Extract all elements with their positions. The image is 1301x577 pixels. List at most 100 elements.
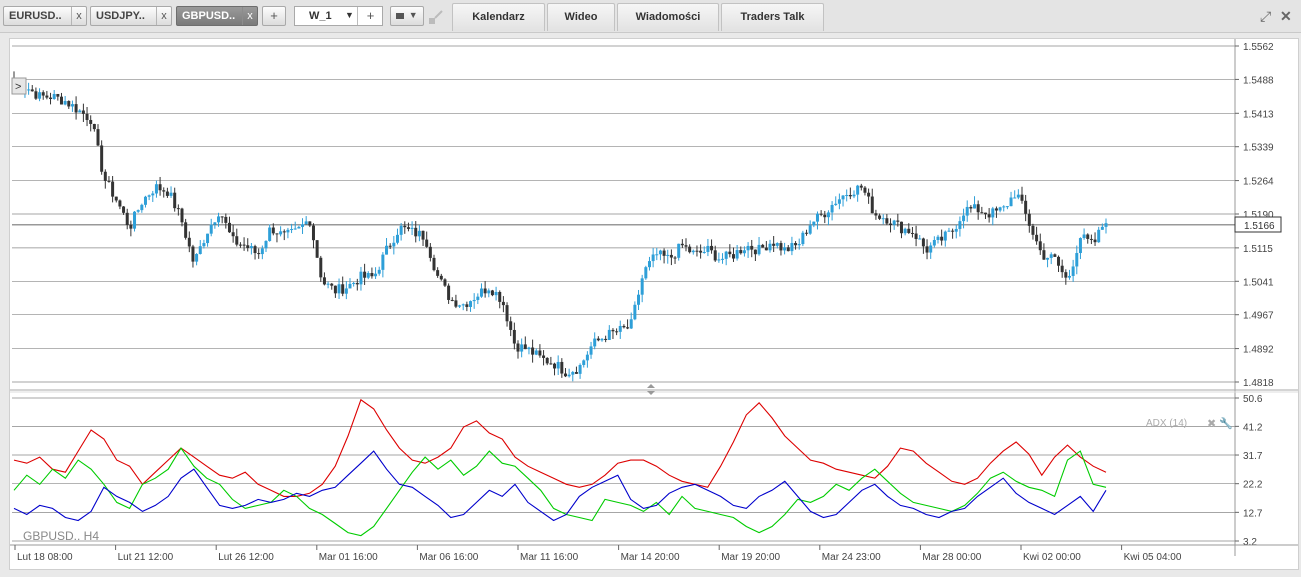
- chart-symbol-label: GBPUSD.. H4: [23, 529, 99, 543]
- candle-body: [867, 192, 871, 197]
- candle-body: [615, 331, 619, 333]
- candle-body: [604, 338, 608, 340]
- indicator-axis: 50.6 41.2 31.7 22.2 12.7 3.2: [1235, 394, 1263, 548]
- candle-body: [523, 344, 527, 350]
- candle-body: [940, 236, 944, 241]
- candle-body: [1057, 256, 1061, 266]
- candle-body: [1016, 194, 1020, 198]
- candle-body: [845, 194, 849, 196]
- candle-body: [662, 250, 666, 256]
- candle-body: [377, 269, 381, 274]
- candle-body: [815, 213, 819, 222]
- candle-body: [275, 233, 279, 235]
- tab-eurusd[interactable]: EURUSD.. x: [3, 6, 87, 26]
- price-tick-label: 1.5115: [1243, 244, 1273, 255]
- tab-eurusd-label: EURUSD..: [9, 10, 62, 22]
- price-tick-label: 1.4967: [1243, 311, 1274, 322]
- candle-body: [1035, 234, 1039, 242]
- close-tab-eurusd-icon[interactable]: x: [71, 7, 86, 25]
- tab-wideo[interactable]: Wideo: [547, 3, 615, 31]
- candle-body: [133, 211, 137, 229]
- draw-tool-icon[interactable]: [428, 10, 444, 26]
- expand-icon[interactable]: ⤢: [1260, 8, 1271, 25]
- chevron-down-icon[interactable]: ▼: [345, 10, 354, 20]
- candle-body: [52, 93, 56, 100]
- candle-body: [370, 273, 374, 277]
- candle-body: [253, 246, 257, 254]
- candle-body: [498, 291, 502, 302]
- candle-body: [863, 187, 867, 193]
- tab-wiadomosci[interactable]: Wiadomości: [617, 3, 719, 31]
- candle-body: [359, 271, 363, 285]
- candle-body: [458, 305, 462, 307]
- candle-body: [512, 329, 516, 344]
- candle-body: [560, 361, 564, 374]
- chart-container[interactable]: 1.5562 1.5488 1.5413 1.5339 1.5264 1.5190 1.51…: [9, 38, 1299, 570]
- price-tick-label: 1.5562: [1243, 42, 1274, 53]
- candle-body: [969, 206, 973, 209]
- indicator-remove-icon[interactable]: ✖: [1207, 418, 1216, 430]
- candle-body: [585, 354, 589, 361]
- close-tab-gbpusd-icon[interactable]: x: [242, 7, 257, 25]
- chevron-down-icon: ▼: [408, 10, 418, 20]
- close-icon[interactable]: ✕: [1280, 8, 1292, 25]
- candle-body: [70, 104, 74, 107]
- timeframe-add-button[interactable]: +: [357, 7, 383, 25]
- candle-body: [545, 357, 549, 364]
- timeframe-select[interactable]: W_1 ▼ +: [294, 6, 383, 26]
- tab-gbpusd[interactable]: GBPUSD.. x: [176, 6, 258, 26]
- candle-body: [1009, 197, 1013, 207]
- candle-body: [374, 273, 378, 277]
- candle-body: [151, 193, 155, 196]
- tab-kalendarz[interactable]: Kalendarz: [452, 3, 545, 31]
- candle-body: [794, 243, 798, 246]
- candle-body: [30, 89, 34, 92]
- candle-body: [67, 101, 71, 107]
- price-grid: [12, 39, 1236, 556]
- candle-body: [574, 372, 578, 374]
- candle-body: [220, 216, 224, 218]
- candle-body: [206, 233, 210, 244]
- tab-traders-talk[interactable]: Traders Talk: [721, 3, 824, 31]
- candle-body: [505, 305, 509, 322]
- candle-body: [790, 243, 794, 252]
- candle-body: [998, 207, 1002, 211]
- candle-body: [954, 228, 958, 232]
- candle-body: [27, 89, 31, 91]
- candle-body: [217, 216, 221, 223]
- candle-body: [721, 258, 725, 260]
- candle-body: [626, 327, 630, 329]
- candle-body: [322, 277, 326, 285]
- collapse-marker[interactable]: >: [15, 81, 21, 93]
- candle-body: [103, 171, 107, 181]
- candle-body: [439, 275, 443, 280]
- tab-gbpusd-label: GBPUSD..: [182, 10, 236, 22]
- chart-svg[interactable]: 1.55621.54881.54131.53391.52641.51901.51…: [10, 39, 1298, 569]
- indicator-tick-label: 41.2: [1243, 422, 1263, 433]
- chart-type-icon: [396, 12, 405, 19]
- indicator-tick-label: 12.7: [1243, 508, 1263, 519]
- candle-body: [297, 226, 301, 229]
- candle-body: [348, 283, 352, 289]
- candle-body: [753, 249, 757, 255]
- candle-body: [943, 231, 947, 241]
- candle-body: [834, 203, 838, 205]
- close-tab-usdjpy-icon[interactable]: x: [156, 7, 171, 25]
- candle-body: [260, 248, 264, 255]
- candle-body: [1104, 223, 1108, 227]
- candle-body: [246, 245, 250, 249]
- candle-body: [264, 240, 268, 249]
- candle-body: [483, 288, 487, 294]
- add-tab-button[interactable]: +: [262, 6, 286, 26]
- candle-body: [870, 196, 874, 214]
- candle-body: [655, 254, 659, 256]
- candle-body: [114, 196, 118, 201]
- chart-type-select[interactable]: ▼: [390, 6, 424, 26]
- candle-body: [929, 245, 933, 253]
- indicator-settings-icon[interactable]: 🔧: [1219, 416, 1233, 430]
- candle-body: [41, 92, 45, 96]
- candle-body: [925, 246, 929, 253]
- time-tick-label: Mar 06 16:00: [419, 552, 478, 563]
- candle-body: [158, 184, 162, 191]
- tab-usdjpy[interactable]: USDJPY.. x: [90, 6, 172, 26]
